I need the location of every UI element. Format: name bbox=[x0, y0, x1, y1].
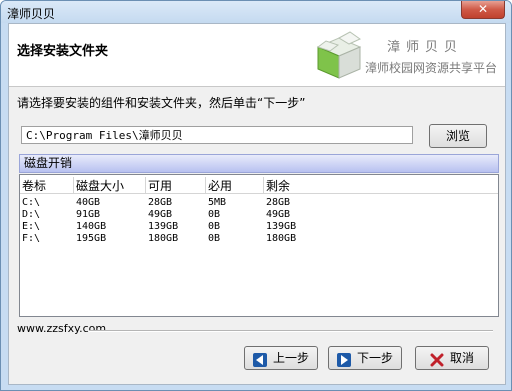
cross-icon bbox=[430, 352, 444, 366]
cell-size: 140GB bbox=[76, 221, 107, 232]
box-icon bbox=[314, 30, 364, 80]
cell-remaining: 49GB bbox=[266, 209, 291, 220]
back-button[interactable]: 上一步 bbox=[244, 346, 318, 370]
cell-remaining: 180GB bbox=[266, 233, 297, 244]
page-title: 选择安装文件夹 bbox=[17, 44, 109, 59]
disk-usage-panel: 磁盘开销 卷标 磁盘大小 可用 必用 剩余 C:\ 40GB 28GB 5MB … bbox=[19, 154, 499, 317]
wizard-header: 选择安装文件夹 漳师贝贝 漳师校园网资源共享平台 bbox=[9, 24, 505, 87]
column-header-remaining[interactable]: 剩余 bbox=[264, 177, 498, 193]
brand-name: 漳师贝贝 bbox=[387, 40, 464, 55]
cell-available: 49GB bbox=[148, 209, 173, 220]
table-row[interactable]: D:\ 91GB 49GB 0B 49GB bbox=[20, 209, 498, 220]
table-row[interactable]: F:\ 195GB 180GB 0B 180GB bbox=[20, 233, 498, 244]
cell-remaining: 28GB bbox=[266, 197, 291, 208]
brand-slogan: 漳师校园网资源共享平台 bbox=[365, 61, 498, 75]
installer-window: 漳师贝贝 ✕ 选择安装文件夹 漳师贝贝 漳师校园网资源共享平台 请选择要安装的组… bbox=[0, 0, 512, 391]
column-header-required[interactable]: 必用 bbox=[206, 177, 264, 193]
title-bar[interactable]: 漳师贝贝 ✕ bbox=[1, 1, 511, 23]
table-row[interactable]: C:\ 40GB 28GB 5MB 28GB bbox=[20, 197, 498, 208]
cell-volume: E:\ bbox=[22, 221, 41, 232]
cell-size: 40GB bbox=[76, 197, 101, 208]
column-header-available[interactable]: 可用 bbox=[146, 177, 206, 193]
wizard-client-area: 选择安装文件夹 漳师贝贝 漳师校园网资源共享平台 请选择要安装的组件和安装文件夹… bbox=[8, 23, 506, 385]
close-button[interactable]: ✕ bbox=[461, 1, 505, 19]
window-title: 漳师贝贝 bbox=[7, 7, 56, 21]
column-header-size[interactable]: 磁盘大小 bbox=[74, 177, 146, 193]
cell-volume: C:\ bbox=[22, 197, 41, 208]
cell-available: 139GB bbox=[148, 221, 179, 232]
cancel-button[interactable]: 取消 bbox=[415, 346, 489, 370]
cell-size: 195GB bbox=[76, 233, 107, 244]
column-header-volume[interactable]: 卷标 bbox=[20, 177, 74, 193]
arrow-right-icon bbox=[336, 352, 351, 367]
cell-remaining: 139GB bbox=[266, 221, 297, 232]
cancel-button-label: 取消 bbox=[449, 351, 474, 365]
disk-panel-title: 磁盘开销 bbox=[19, 154, 499, 173]
next-button[interactable]: 下一步 bbox=[328, 346, 402, 370]
cell-required: 5MB bbox=[208, 197, 227, 208]
instruction-text: 请选择要安装的组件和安装文件夹，然后单击“下一步” bbox=[17, 96, 306, 110]
install-path-input[interactable]: C:\Program Files\漳师贝贝 bbox=[21, 126, 413, 144]
cell-available: 180GB bbox=[148, 233, 179, 244]
table-header: 卷标 磁盘大小 可用 必用 剩余 bbox=[20, 175, 498, 194]
arrow-left-icon bbox=[252, 352, 267, 367]
cell-required: 0B bbox=[208, 209, 221, 220]
cell-available: 28GB bbox=[148, 197, 173, 208]
disk-table[interactable]: 卷标 磁盘大小 可用 必用 剩余 C:\ 40GB 28GB 5MB 28GB … bbox=[19, 174, 499, 317]
footer-url: www.zzsfxy.com bbox=[17, 322, 107, 335]
cell-size: 91GB bbox=[76, 209, 101, 220]
cell-required: 0B bbox=[208, 233, 221, 244]
browse-button[interactable]: 浏览 bbox=[429, 124, 487, 148]
footer-divider bbox=[89, 330, 493, 332]
cell-required: 0B bbox=[208, 221, 221, 232]
table-row[interactable]: E:\ 140GB 139GB 0B 139GB bbox=[20, 221, 498, 232]
next-button-label: 下一步 bbox=[356, 351, 393, 365]
cell-volume: F:\ bbox=[22, 233, 41, 244]
cell-volume: D:\ bbox=[22, 209, 41, 220]
back-button-label: 上一步 bbox=[272, 351, 309, 365]
